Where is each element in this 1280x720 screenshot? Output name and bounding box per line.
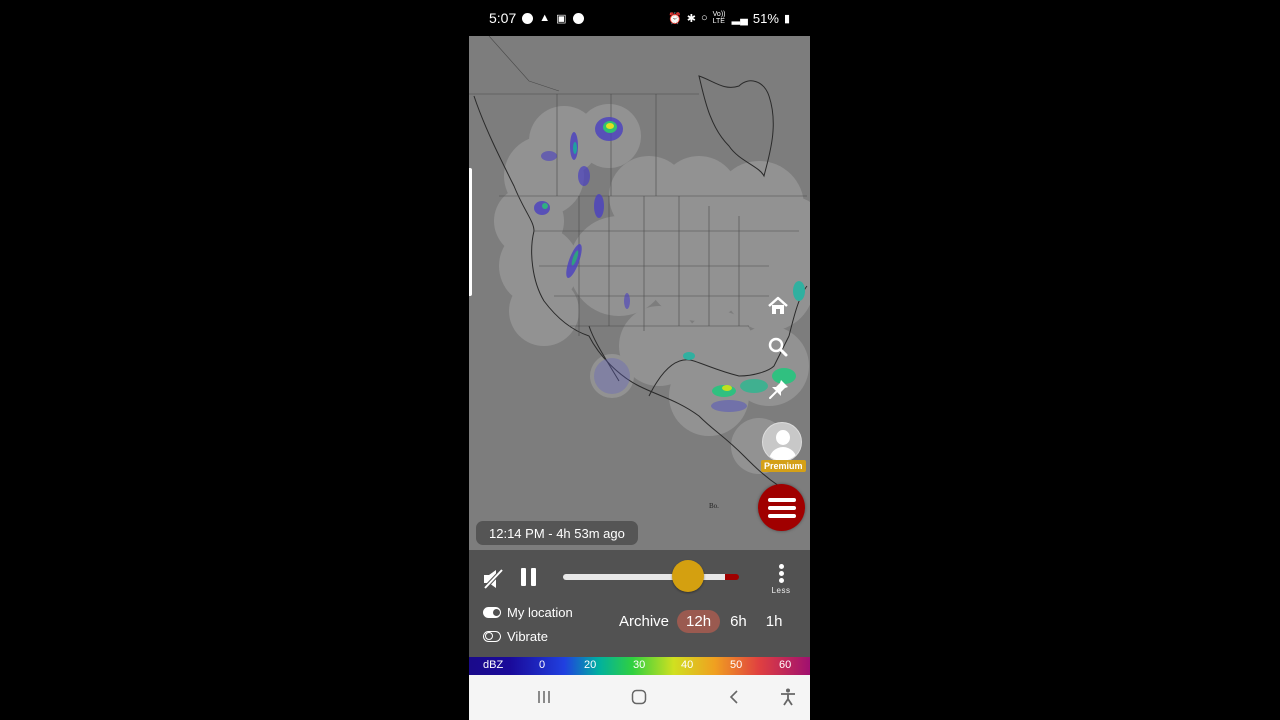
- timestamp-text: 12:14 PM - 4h 53m ago: [489, 525, 625, 541]
- map-canvas: Bo.: [469, 36, 810, 510]
- spotify-icon: [572, 12, 584, 24]
- archive-range-tabs: Archive 12h 6h 1h: [619, 610, 792, 633]
- hamburger-menu-icon: [767, 497, 796, 502]
- signal-icon: ▂▄: [731, 12, 748, 25]
- pause-icon: [521, 568, 526, 586]
- legend-tick: 30: [633, 659, 646, 671]
- battery-level: 51%: [752, 10, 779, 26]
- bluetooth-icon: ✱: [686, 12, 696, 25]
- legend-tick: 60: [779, 659, 792, 671]
- back-icon: [729, 690, 738, 704]
- range-tab-1h[interactable]: 1h: [757, 610, 792, 633]
- snapchat-icon: ▲: [539, 12, 551, 24]
- vibrate-toggle[interactable]: Vibrate: [483, 629, 548, 644]
- legend-unit: dBZ: [483, 659, 504, 671]
- dbz-legend: dBZ 0 20 30 40 50 60: [469, 657, 810, 675]
- recents-button[interactable]: [532, 687, 556, 707]
- toggle-switch-off[interactable]: [483, 631, 501, 642]
- mute-icon: [482, 567, 505, 591]
- home-button-icon: [631, 689, 647, 705]
- recents-icon: [538, 691, 550, 703]
- range-tab-6h[interactable]: 6h: [721, 610, 756, 633]
- battery-icon: ▮: [783, 12, 790, 25]
- toggle-switch-on[interactable]: [483, 607, 501, 618]
- playback-panel: Less My location Vibrate Archive 12h 6h …: [469, 550, 810, 657]
- messenger-icon: [522, 12, 534, 24]
- archive-label: Archive: [619, 613, 670, 630]
- timestamp-pill: 12:14 PM - 4h 53m ago: [476, 521, 638, 545]
- my-location-toggle[interactable]: My location: [483, 605, 573, 620]
- home-nav-button[interactable]: [627, 687, 651, 707]
- legend-tick: 40: [681, 659, 694, 671]
- user-avatar[interactable]: [762, 422, 802, 462]
- status-bar: 5:07 ▲ ▣ ⏰ ✱ ○ Vo)) LTE ▂▄ 51% ▮: [469, 0, 810, 36]
- my-location-label: My location: [507, 605, 573, 620]
- home-button[interactable]: [767, 296, 797, 326]
- legend-tick: 0: [539, 659, 546, 671]
- home-icon: [768, 296, 788, 314]
- timeline-slider[interactable]: [563, 574, 737, 580]
- range-tab-12h[interactable]: 12h: [677, 610, 721, 633]
- more-vert-icon: [778, 564, 784, 569]
- accessibility-icon: [781, 688, 795, 706]
- radar-coverage: [494, 104, 810, 474]
- search-button[interactable]: [767, 336, 797, 366]
- wifi-icon: ○: [700, 12, 708, 24]
- premium-badge[interactable]: Premium: [761, 460, 806, 472]
- volte-lte-icon: Vo)) LTE: [712, 11, 726, 25]
- less-button[interactable]: Less: [767, 564, 795, 596]
- less-label: Less: [771, 586, 791, 595]
- system-nav-bar: [469, 675, 810, 720]
- phone-screen: 5:07 ▲ ▣ ⏰ ✱ ○ Vo)) LTE ▂▄ 51% ▮ Bo. 12:…: [469, 0, 810, 720]
- clock: 5:07: [489, 10, 517, 26]
- legend-tick: 20: [584, 659, 597, 671]
- map-place-label: Bo.: [709, 502, 719, 510]
- vibrate-label: Vibrate: [507, 629, 548, 644]
- pin-button[interactable]: [767, 377, 797, 407]
- back-button[interactable]: [722, 687, 746, 707]
- timeline-live-marker: [725, 574, 739, 580]
- timeline-slider-thumb[interactable]: [672, 560, 705, 592]
- pause-button[interactable]: [521, 568, 539, 588]
- mute-button[interactable]: [481, 566, 507, 592]
- accessibility-button[interactable]: [776, 687, 800, 707]
- drawer-handle[interactable]: [469, 168, 472, 296]
- radar-map[interactable]: Bo. 12:14 PM - 4h 53m ago Premium: [469, 36, 810, 550]
- main-menu-button[interactable]: [758, 484, 805, 531]
- legend-tick: 50: [730, 659, 743, 671]
- screenshot-icon: ▣: [556, 12, 567, 25]
- alarm-icon: ⏰: [668, 12, 682, 25]
- search-icon: [768, 337, 788, 357]
- pin-icon: [769, 380, 788, 399]
